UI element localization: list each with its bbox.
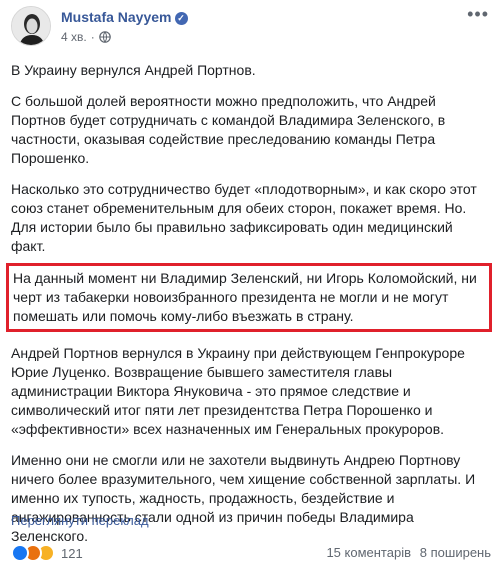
post-meta: 4 хв. · [61,30,111,44]
like-reaction-icon [11,544,29,562]
reactions-summary[interactable]: 121 [11,544,83,562]
post-time[interactable]: 4 хв. [61,30,87,44]
post-header: Mustafa Nayyem ✓ 4 хв. · ••• [0,0,503,58]
author-name-row: Mustafa Nayyem ✓ [61,9,188,25]
post-paragraph: Именно они не смогли или не захотели выд… [11,452,476,544]
avatar-portrait-icon [12,7,50,45]
highlighted-paragraph: На данный момент ни Владимир Зеленский, … [6,263,492,332]
reactions-count: 121 [61,545,83,561]
post-body: В Украину вернулся Андрей Портнов. С бол… [6,61,492,558]
post-paragraph: С большой долей вероятности можно предпо… [11,93,446,166]
more-options-icon[interactable]: ••• [467,4,489,25]
verified-badge-icon: ✓ [174,12,188,25]
meta-separator: · [90,30,95,44]
globe-icon[interactable] [98,31,111,43]
post-footer: 121 15 коментарів 8 поширень [11,541,491,567]
see-translation-link[interactable]: Переглянути переклад [11,513,149,528]
shares-count-link[interactable]: 8 поширень [420,545,491,560]
post-paragraph: Насколько это сотрудничество будет «плод… [11,181,477,254]
avatar[interactable] [11,6,51,46]
author-name[interactable]: Mustafa Nayyem [61,9,172,25]
post-paragraph: В Украину вернулся Андрей Портнов. [11,62,256,78]
post-paragraph: Андрей Портнов вернулся в Украину при де… [11,345,465,437]
comments-count-link[interactable]: 15 коментарів [326,545,411,560]
